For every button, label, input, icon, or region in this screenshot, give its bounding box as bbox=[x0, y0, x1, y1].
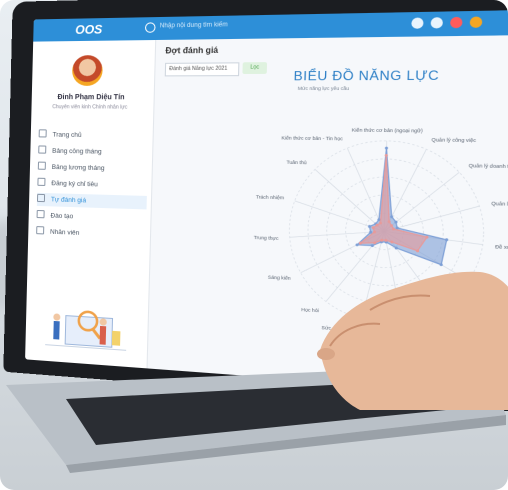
radar-series-area bbox=[360, 155, 429, 251]
user-avatar-small[interactable] bbox=[469, 16, 483, 28]
sidebar-item-label: Đào tạo bbox=[50, 212, 74, 221]
page-title: Đợt đánh giá bbox=[165, 45, 219, 56]
alert-icon[interactable] bbox=[450, 16, 463, 29]
radar-axis-label: Sáng kiến bbox=[268, 274, 292, 281]
radar-axis-label: Quản lý chi phí bbox=[491, 201, 508, 208]
radar-axis-label: Tuân thủ bbox=[286, 158, 307, 165]
sidebar-item-label: Bảng lương tháng bbox=[51, 163, 105, 173]
user-role: Chuyên viên kinh Chính nhân lực bbox=[52, 104, 128, 111]
calendar-icon bbox=[38, 145, 47, 154]
radar-axis-label: Quản lý doanh thu bbox=[469, 163, 508, 170]
filter-button[interactable]: Lọc bbox=[242, 62, 268, 75]
sidebar-item-timesheet[interactable]: Bảng công tháng bbox=[38, 144, 148, 159]
chart-title: BIỂU ĐỒ NĂNG LỰC bbox=[293, 67, 440, 84]
user-name: Đinh Phạm Diệu Tín bbox=[57, 94, 125, 102]
period-select[interactable]: Đánh giá Năng lực 2021 bbox=[164, 62, 240, 77]
training-icon bbox=[36, 209, 45, 219]
checklist-icon bbox=[36, 193, 46, 203]
sidebar-item-home[interactable]: Trang chủ bbox=[38, 128, 149, 143]
sidebar-item-payroll[interactable]: Bảng lương tháng bbox=[37, 161, 148, 177]
sidebar-illustration bbox=[45, 296, 127, 356]
sidebar-item-targets[interactable]: Đăng ký chỉ tiêu bbox=[37, 177, 147, 193]
radar-axis-label: Trung thực bbox=[254, 235, 280, 241]
sidebar-item-label: Nhân viên bbox=[49, 228, 80, 237]
app-logo[interactable]: OOS bbox=[75, 22, 102, 37]
sidebar: Đinh Phạm Diệu Tín Chuyên viên kinh Chín… bbox=[25, 39, 157, 369]
sidebar-item-label: Đăng ký chỉ tiêu bbox=[51, 180, 98, 189]
help-icon[interactable] bbox=[411, 17, 424, 29]
radar-axis-label: Trách nhiệm bbox=[256, 194, 285, 200]
sidebar-item-label: Tự đánh giá bbox=[50, 196, 87, 205]
hand bbox=[317, 271, 508, 410]
money-icon bbox=[37, 161, 46, 170]
radar-axis-label: Kiến thức cơ bản - Tin học bbox=[281, 135, 344, 141]
sidebar-item-training[interactable]: Đào tạo bbox=[36, 209, 146, 226]
radar-spoke bbox=[313, 169, 385, 231]
search-icon[interactable] bbox=[144, 22, 156, 33]
avatar[interactable] bbox=[71, 55, 104, 86]
sidebar-item-label: Trang chủ bbox=[52, 131, 82, 139]
home-icon bbox=[38, 129, 47, 138]
people-icon bbox=[36, 226, 45, 235]
search-input[interactable]: Nhập nội dung tìm kiếm bbox=[160, 22, 228, 29]
radar-axis-label: Kiến thức cơ bản (ngoại ngữ) bbox=[352, 127, 424, 133]
clipboard-icon bbox=[37, 177, 46, 186]
sidebar-item-employees[interactable]: Nhân viên bbox=[36, 225, 146, 243]
radar-axis-label: Quản lý công việc bbox=[431, 137, 477, 143]
sidebar-item-label: Bảng công tháng bbox=[52, 147, 102, 156]
sidebar-item-self-assessment[interactable]: Tự đánh giá bbox=[36, 192, 147, 210]
laptop-photo: OOS Nhập nội dung tìm kiếm Đinh Phạm Diệ… bbox=[0, 0, 508, 490]
radar-point bbox=[384, 146, 389, 150]
notification-icon[interactable] bbox=[430, 17, 444, 29]
